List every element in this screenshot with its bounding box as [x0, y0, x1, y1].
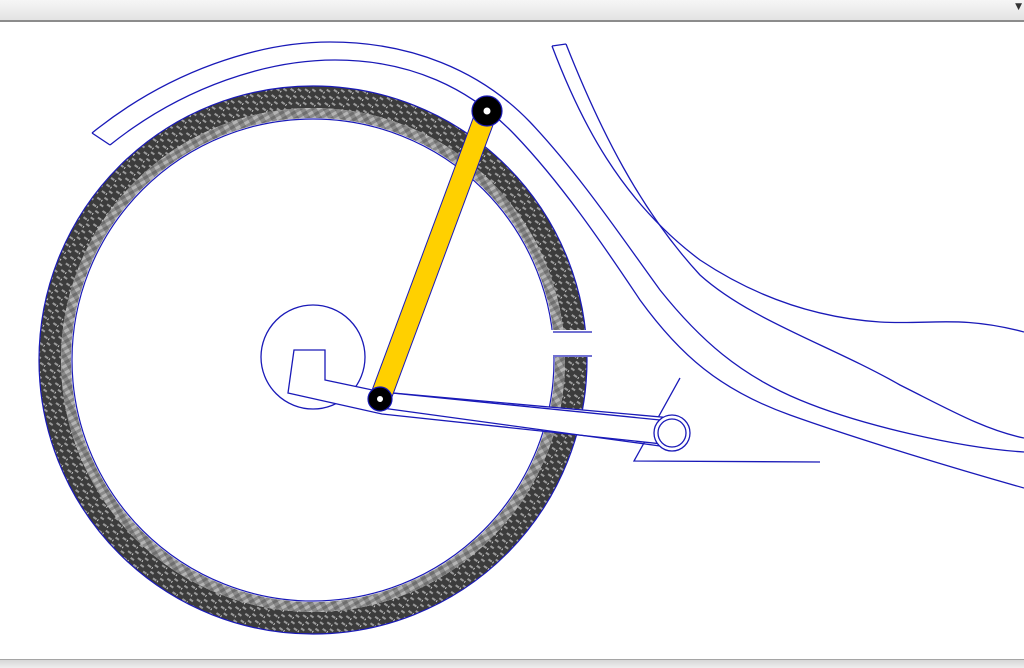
drawing-window: ▼: [0, 0, 1024, 668]
frame-curve-upper: [551, 45, 1024, 333]
rear-axle-pivot-outer[interactable]: [653, 414, 691, 452]
frame-curve-cap: [551, 43, 567, 47]
frame-curve-lower: [565, 43, 1024, 439]
window-bottom-bar: [0, 659, 1024, 668]
lower-pivot-center: [377, 396, 383, 402]
rear-fender-tip: [91, 132, 111, 146]
drawing-canvas[interactable]: [0, 0, 1024, 668]
hub-bracket: [287, 349, 673, 446]
upper-pivot-center: [483, 107, 491, 115]
crank-arm[interactable]: [370, 107, 497, 403]
